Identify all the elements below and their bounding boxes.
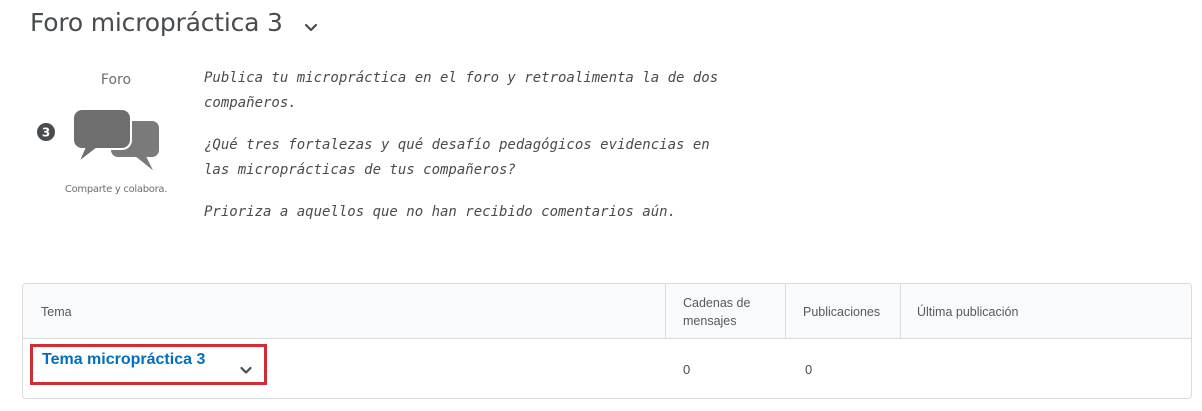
badge-number: 3 <box>42 126 50 140</box>
cell-posts: 0 <box>805 362 813 377</box>
description-paragraph: Prioriza a aquellos que no han recibido … <box>204 204 677 220</box>
column-divider <box>785 284 786 339</box>
topics-table: Tema Cadenas de mensajes Publicaciones Ú… <box>22 283 1192 399</box>
chevron-down-icon[interactable] <box>239 363 253 377</box>
header-threads: Cadenas de mensajes <box>683 295 751 328</box>
cell-threads: 0 <box>683 362 691 377</box>
column-divider <box>900 284 901 339</box>
table-row: Tema micropráctica 3 0 0 <box>23 340 1191 398</box>
table-header: Tema Cadenas de mensajes Publicaciones Ú… <box>23 284 1191 339</box>
badge-caption: Comparte y colabora. <box>64 184 168 195</box>
chat-bubbles-icon: 3 <box>34 106 166 181</box>
topic-highlight-box: Tema micropráctica 3 <box>30 344 267 385</box>
column-divider <box>665 284 666 339</box>
page-header: Foro micropráctica 3 <box>30 8 319 37</box>
forum-description: Publica tu micropráctica en el foro y re… <box>204 66 724 242</box>
description-paragraph: ¿Qué tres fortalezas y qué desafío pedag… <box>204 137 710 178</box>
forum-badge: Foro 3 Comparte y colabora. <box>28 68 178 203</box>
topic-link[interactable]: Tema micropráctica 3 <box>42 351 205 369</box>
description-paragraph: Publica tu micropráctica en el foro y re… <box>204 70 719 111</box>
header-last-post: Última publicación <box>917 304 1019 319</box>
chevron-down-icon[interactable] <box>303 19 319 35</box>
header-posts: Publicaciones <box>803 304 881 319</box>
badge-label: Foro <box>100 72 132 88</box>
header-topic: Tema <box>41 304 72 319</box>
page-title: Foro micropráctica 3 <box>30 8 283 37</box>
